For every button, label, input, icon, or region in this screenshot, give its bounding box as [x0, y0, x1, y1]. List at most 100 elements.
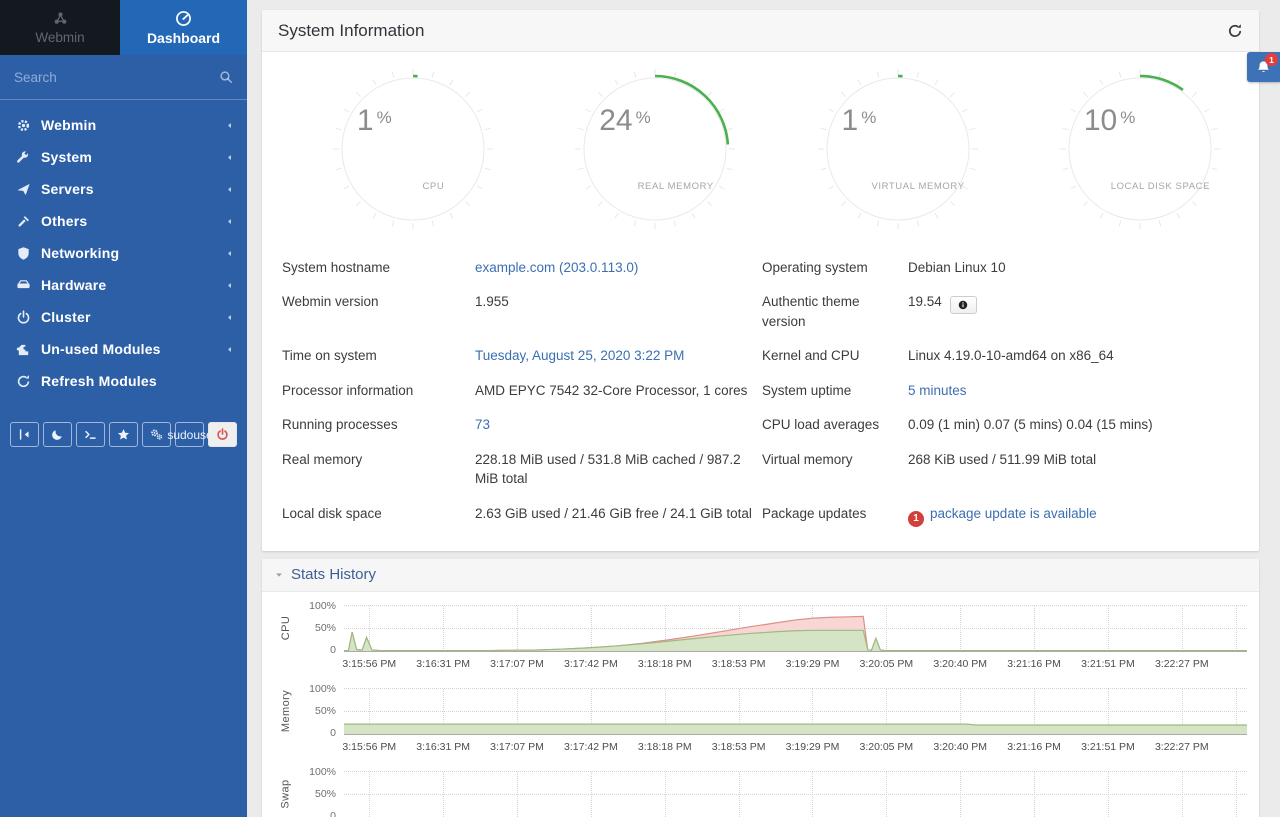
- info-label: Operating system: [762, 250, 908, 285]
- sidebar-item-system[interactable]: System: [0, 141, 247, 173]
- logout-button[interactable]: [208, 422, 237, 447]
- x-tick-label: 3:17:42 PM: [564, 658, 618, 670]
- x-tick-label: 3:21:51 PM: [1081, 741, 1135, 753]
- tab-dashboard[interactable]: Dashboard: [120, 0, 247, 55]
- info-label: Real memory: [282, 442, 475, 496]
- info-value: 1 package update is available: [908, 497, 1243, 535]
- x-tick-label: 3:21:51 PM: [1081, 658, 1135, 670]
- gauge-unit: %: [377, 108, 392, 127]
- gauge-number: 10: [1084, 104, 1117, 137]
- refresh-button[interactable]: [1227, 23, 1243, 39]
- collapse-sidebar-button[interactable]: [10, 422, 39, 447]
- info-value: 19.54: [908, 285, 1243, 339]
- plot-area: [344, 771, 1247, 817]
- webmin-logo-icon: [52, 10, 69, 27]
- gridline-vertical: [443, 772, 444, 817]
- info-value-text: Linux 4.19.0-10-amd64 on x86_64: [908, 348, 1114, 363]
- info-value-text: 0.09 (1 min) 0.07 (5 mins) 0.04 (15 mins…: [908, 417, 1153, 432]
- gears-icon: [150, 428, 163, 441]
- sidebar-item-refresh-modules[interactable]: Refresh Modules: [0, 365, 247, 397]
- favorites-button[interactable]: [109, 422, 138, 447]
- gridline-vertical: [886, 772, 887, 817]
- plot-area: [344, 688, 1247, 735]
- info-icon: [958, 300, 968, 310]
- logout-icon: [216, 428, 229, 441]
- gauge-label: LOCAL DISK SPACE: [1075, 181, 1245, 192]
- search-input[interactable]: [14, 70, 219, 85]
- x-tick-label: 3:16:31 PM: [416, 658, 470, 670]
- gridline-vertical: [1034, 772, 1035, 817]
- gauge-virtual-memory: 1%VIRTUAL MEMORY: [813, 64, 983, 236]
- gauge-dial: [1055, 64, 1225, 234]
- x-tick-label: 3:19:29 PM: [786, 658, 840, 670]
- memory-axis-label: Memory: [280, 690, 292, 732]
- sidebar-item-networking[interactable]: Networking: [0, 237, 247, 269]
- sidebar-menu: WebminSystemServersOthersNetworkingHardw…: [0, 100, 247, 397]
- y-axis-ticks: 100%50%0: [298, 771, 344, 817]
- package-count-badge: 1: [908, 511, 924, 527]
- gridline-vertical: [1182, 772, 1183, 817]
- plot-column: 3:15:56 PM3:16:31 PM3:17:07 PM3:17:42 PM…: [344, 771, 1247, 817]
- sidebar-item-hardware[interactable]: Hardware: [0, 269, 247, 301]
- wrench-icon: [16, 150, 31, 165]
- sidebar-item-cluster[interactable]: Cluster: [0, 301, 247, 333]
- main-content: System Information 1%CPU 24%REAL MEMORY …: [247, 0, 1280, 817]
- gauge-label: CPU: [348, 181, 518, 192]
- info-value: 268 KiB used / 511.99 MiB total: [908, 442, 1243, 496]
- gauge-dial: [328, 64, 498, 234]
- gauge-value: 1%: [842, 104, 874, 138]
- y-tick-label: 100%: [309, 766, 336, 778]
- info-value: 1.955: [475, 285, 762, 339]
- info-value-link[interactable]: package update is available: [930, 506, 1097, 521]
- info-label: System hostname: [282, 250, 475, 285]
- terminal-button[interactable]: [76, 422, 105, 447]
- theme-info-button[interactable]: [950, 296, 977, 314]
- x-axis-labels: 3:15:56 PM3:16:31 PM3:17:07 PM3:17:42 PM…: [344, 652, 1247, 674]
- search-icon[interactable]: [219, 70, 233, 84]
- plot-column: 3:15:56 PM3:16:31 PM3:17:07 PM3:17:42 PM…: [344, 605, 1247, 674]
- info-value-link[interactable]: 73: [475, 417, 490, 432]
- info-value-text: 268 KiB used / 511.99 MiB total: [908, 452, 1096, 467]
- info-value: Debian Linux 10: [908, 250, 1243, 285]
- x-tick-label: 3:22:27 PM: [1155, 658, 1209, 670]
- info-value-link[interactable]: 5 minutes: [908, 383, 967, 398]
- user-button[interactable]: sudouser: [175, 422, 204, 447]
- info-value-link[interactable]: Tuesday, August 25, 2020 3:22 PM: [475, 348, 684, 363]
- system-information-header: System Information: [262, 10, 1259, 52]
- hdd-icon: [16, 278, 31, 293]
- dashboard-icon: [175, 10, 192, 27]
- info-value-text: 228.18 MiB used / 531.8 MiB cached / 987…: [475, 452, 741, 487]
- info-value-text: 19.54: [908, 294, 942, 309]
- swap-chart: Swap 100%50%03:15:56 PM3:16:31 PM3:17:07 …: [274, 771, 1247, 817]
- stats-history-card: Stats History CPU100%50%03:15:56 PM3:16:…: [262, 559, 1259, 817]
- sidebar-item-servers[interactable]: Servers: [0, 173, 247, 205]
- y-tick-label: 100%: [309, 683, 336, 695]
- x-tick-label: 3:22:27 PM: [1155, 741, 1209, 753]
- puzzle-icon: [16, 342, 31, 357]
- x-tick-label: 3:20:40 PM: [933, 741, 987, 753]
- swap-axis-label: Swap: [280, 780, 292, 809]
- x-tick-label: 3:19:29 PM: [786, 741, 840, 753]
- info-value: AMD EPYC 7542 32-Core Processor, 1 cores: [475, 373, 762, 408]
- chart-axis-title: Memory: [274, 688, 298, 735]
- sidebar-item-others[interactable]: Others: [0, 205, 247, 237]
- gauge-number: 24: [599, 104, 632, 137]
- gauge-value: 1%: [357, 104, 389, 138]
- tab-webmin[interactable]: Webmin: [0, 0, 120, 55]
- night-mode-button[interactable]: [43, 422, 72, 447]
- stats-history-header[interactable]: Stats History: [262, 559, 1259, 592]
- gauge-unit: %: [861, 108, 876, 127]
- info-label: Webmin version: [282, 285, 475, 339]
- sidebar-item-un-used-modules[interactable]: Un-used Modules: [0, 333, 247, 365]
- gridline-vertical: [665, 772, 666, 817]
- info-value-link[interactable]: example.com (203.0.113.0): [475, 260, 638, 275]
- sidebar-item-label: Cluster: [41, 309, 91, 325]
- gear-icon: [16, 118, 31, 133]
- notifications-badge: 1: [1265, 53, 1278, 66]
- gridline-vertical: [739, 772, 740, 817]
- tab-dashboard-label: Dashboard: [147, 30, 220, 46]
- notifications-button[interactable]: 1: [1247, 52, 1280, 82]
- info-value: 73: [475, 408, 762, 443]
- x-tick-label: 3:17:07 PM: [490, 658, 544, 670]
- sidebar-item-webmin[interactable]: Webmin: [0, 109, 247, 141]
